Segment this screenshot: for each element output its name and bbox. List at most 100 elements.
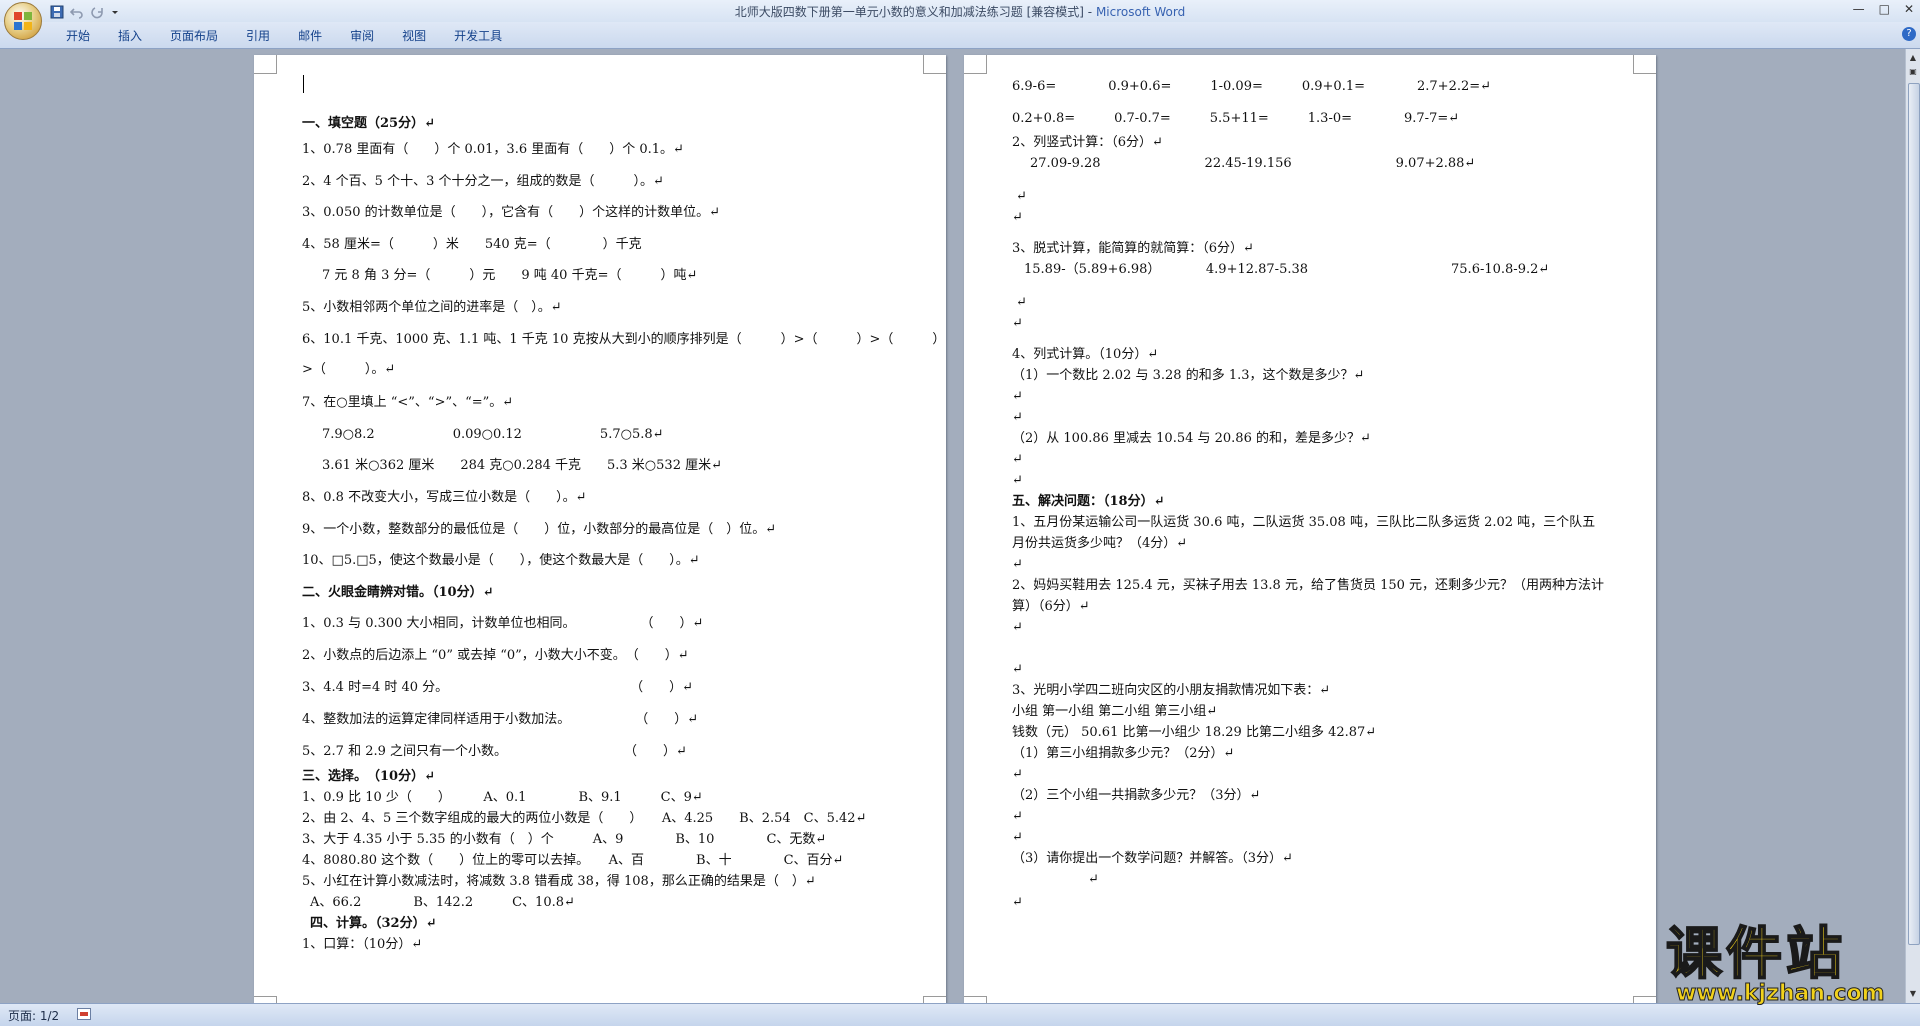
- tab-mailings[interactable]: 邮件: [284, 28, 336, 44]
- question-line: 15.89-（5.89+6.98） 4.9+12.87-5.38 75.6-10…: [1024, 262, 1550, 277]
- question-line: 9、一个小数，整数部分的最低位是（ ）位，小数部分的最高位是（ ）位。↵: [302, 522, 777, 537]
- question-line: 5、2.7 和 2.9 之间只有一个小数。 （ ）↵: [302, 744, 687, 759]
- question-line: 4、8080.80 这个数（ ）位上的零可以去掉。 A、百 B、十 C、百分↵: [302, 853, 844, 868]
- minimize-icon[interactable]: —: [1853, 2, 1865, 16]
- page-count[interactable]: 页面: 1/2: [8, 1007, 59, 1024]
- question-line: 7.9○8.2 0.09○0.12 5.7○5.8↵: [322, 427, 664, 442]
- tab-home[interactable]: 开始: [52, 28, 104, 44]
- text-cursor: [303, 75, 304, 93]
- title-separator: -: [1083, 5, 1096, 19]
- section-heading: 五、解决问题：（18分）↵: [1012, 494, 1165, 509]
- office-button[interactable]: [4, 2, 42, 40]
- paragraph-mark: ↵: [1012, 620, 1023, 635]
- question-line: 6、10.1 千克、1000 克、1.1 吨、1 千克 10 克按从大到小的顺序…: [302, 332, 946, 347]
- margin-mark-bottom-left: [964, 996, 987, 1003]
- section-heading: 三、选择。 （10分）↵: [302, 769, 435, 784]
- office-logo-icon: [14, 12, 32, 30]
- tab-insert[interactable]: 插入: [104, 28, 156, 44]
- question-line: 2、小数点的后边添上 “0” 或去掉 “0”，小数大小不变。 （ ）↵: [302, 648, 689, 663]
- margin-mark-top-left: [964, 55, 987, 74]
- window-title: 北师大版四数下册第一单元小数的意义和加减法练习题 [兼容模式] - Micros…: [0, 3, 1920, 20]
- paragraph-mark: ↵: [1012, 662, 1023, 677]
- paragraph-mark: ↵: [1012, 767, 1023, 782]
- window-controls: — □ ✕: [1853, 2, 1914, 16]
- question-line: 算）（6分）↵: [1012, 599, 1090, 614]
- tab-view[interactable]: 视图: [388, 28, 440, 44]
- section-heading: 四、计算。（32分）↵: [310, 916, 437, 931]
- margin-mark-bottom-left: [254, 996, 277, 1003]
- tab-review[interactable]: 审阅: [336, 28, 388, 44]
- question-line: 4、列式计算。（10分）↵: [1012, 347, 1159, 362]
- section-heading: 一、填空题（25分）↵: [302, 116, 435, 131]
- paragraph-mark: ↵: [1012, 316, 1023, 331]
- question-line: 小组 第一小组 第二小组 第三小组↵: [1012, 704, 1218, 719]
- margin-mark-bottom-right: [1633, 996, 1656, 1003]
- scroll-up-icon[interactable]: ▲: [1908, 53, 1918, 63]
- paragraph-mark: ↵: [1012, 809, 1023, 824]
- document-page-1[interactable]: 一、填空题（25分）↵ 1、0.78 里面有（ ）个 0.01，3.6 里面有（…: [254, 55, 946, 1003]
- document-title: 北师大版四数下册第一单元小数的意义和加减法练习题 [兼容模式]: [734, 5, 1084, 19]
- ruler-toggle-icon[interactable]: ▣: [1908, 67, 1918, 77]
- question-line: 3、大于 4.35 小于 5.35 的小数有（ ）个 A、9 B、10 C、无数…: [302, 832, 827, 847]
- app-name: Microsoft Word: [1095, 5, 1186, 19]
- tab-page-layout[interactable]: 页面布局: [156, 28, 232, 44]
- question-line: >（ ）。↵: [302, 362, 396, 377]
- margin-mark-top-right: [923, 55, 946, 74]
- question-line: 3、光明小学四二班向灾区的小朋友捐款情况如下表：↵: [1012, 683, 1331, 698]
- watermark-logo-text: 课件站: [1665, 922, 1846, 987]
- paragraph-mark: ↵: [1012, 210, 1023, 225]
- paragraph-mark: ↵: [1012, 389, 1023, 404]
- question-line: 4、整数加法的运算定律同样适用于小数加法。 （ ）↵: [302, 712, 699, 727]
- question-line: 8、0.8 不改变大小，写成三位小数是（ ）。↵: [302, 490, 587, 505]
- margin-mark-bottom-right: [923, 996, 946, 1003]
- question-line: （2）三个小组一共捐款多少元？（3分）↵: [1012, 788, 1261, 803]
- watermark-url: www.kjzhan.com: [1676, 981, 1886, 1007]
- site-watermark: 课件站 www.kjzhan.com: [1665, 922, 1916, 1007]
- question-line: 1、0.78 里面有（ ）个 0.01，3.6 里面有（ ）个 0.1。↵: [302, 142, 684, 157]
- margin-mark-top-left: [254, 55, 277, 74]
- question-line: 1、五月份某运输公司一队运货 30.6 吨，二队运货 35.08 吨，三队比二队…: [1012, 515, 1596, 530]
- question-line: 1、0.3 与 0.300 大小相同，计数单位也相同。 （ ）↵: [302, 616, 704, 631]
- paragraph-mark: ↵: [1016, 295, 1027, 310]
- paragraph-mark: ↵: [1016, 189, 1027, 204]
- question-line: 2、列竖式计算：（6分）↵: [1012, 135, 1163, 150]
- question-line: 6.9-6= 0.9+0.6= 1-0.09= 0.9+0.1= 2.7+2.2…: [1012, 79, 1492, 94]
- vertical-scrollbar[interactable]: ▲ ▣ ▼: [1905, 49, 1920, 1003]
- document-workspace: 一、填空题（25分）↵ 1、0.78 里面有（ ）个 0.01，3.6 里面有（…: [0, 49, 1906, 1003]
- question-line: 0.2+0.8= 0.7-0.7= 5.5+11= 1.3-0= 9.7-7=↵: [1012, 111, 1460, 126]
- question-line: 2、由 2、4、5 三个数字组成的最大的两位小数是（ ） A、4.25 B、2.…: [302, 811, 867, 826]
- section-heading: 二、火眼金睛辨对错。（10分）↵: [302, 585, 494, 600]
- paragraph-mark: ↵: [1012, 452, 1023, 467]
- question-line: （3）请你提出一个数学问题？并解答。（3分）↵: [1012, 851, 1293, 866]
- question-line: 3、脱式计算，能简算的就简算：（6分）↵: [1012, 241, 1254, 256]
- paragraph-mark: ↵: [1012, 830, 1023, 845]
- document-page-2[interactable]: 6.9-6= 0.9+0.6= 1-0.09= 0.9+0.1= 2.7+2.2…: [964, 55, 1656, 1003]
- question-line: 2、妈妈买鞋用去 125.4 元，买袜子用去 13.8 元，给了售货员 150 …: [1012, 578, 1605, 593]
- question-line: 4、58 厘米=（ ）米 540 克=（ ）千克: [302, 237, 642, 252]
- margin-mark-top-right: [1633, 55, 1656, 74]
- proofing-icon[interactable]: [77, 1008, 91, 1020]
- question-line: 27.09-9.28 22.45-19.156 9.07+2.88↵: [1030, 156, 1476, 171]
- paragraph-mark: ↵: [1012, 410, 1023, 425]
- question-line: （1）第三小组捐款多少元？（2分）↵: [1012, 746, 1235, 761]
- question-line: 7、在○里填上 “<”、“>”、“=”。↵: [302, 395, 514, 410]
- tab-references[interactable]: 引用: [232, 28, 284, 44]
- status-bar: 页面: 1/2: [0, 1003, 1920, 1026]
- question-line: 3、4.4 时=4 时 40 分。 （ ）↵: [302, 680, 694, 695]
- question-line: 3.61 米○362 厘米 284 克○0.284 千克 5.3 米○532 厘…: [322, 458, 722, 473]
- question-line: 1、口算：（10分）↵: [302, 937, 423, 952]
- question-line: （2）从 100.86 里减去 10.54 与 20.86 的和，差是多少？↵: [1012, 431, 1371, 446]
- title-bar: 北师大版四数下册第一单元小数的意义和加减法练习题 [兼容模式] - Micros…: [0, 0, 1920, 22]
- question-line: 10、□5.□5，使这个数最小是（ ），使这个数最大是（ ）。↵: [302, 553, 700, 568]
- paragraph-mark: ↵: [1012, 557, 1023, 572]
- help-icon[interactable]: ?: [1902, 27, 1916, 41]
- question-line: 3、0.050 的计数单位是（ ），它含有（ ）个这样的计数单位。↵: [302, 205, 721, 220]
- tab-developer[interactable]: 开发工具: [440, 28, 516, 44]
- question-line: （1）一个数比 2.02 与 3.28 的和多 1.3，这个数是多少？↵: [1012, 368, 1365, 383]
- close-icon[interactable]: ✕: [1904, 2, 1914, 16]
- maximize-icon[interactable]: □: [1879, 2, 1890, 16]
- ribbon: 开始 插入 页面布局 引用 邮件 审阅 视图 开发工具 ?: [0, 22, 1920, 49]
- question-line: 5、小数相邻两个单位之间的进率是（ ）。↵: [302, 300, 562, 315]
- scrollbar-thumb[interactable]: [1908, 83, 1920, 945]
- paragraph-mark: ↵: [1088, 872, 1099, 887]
